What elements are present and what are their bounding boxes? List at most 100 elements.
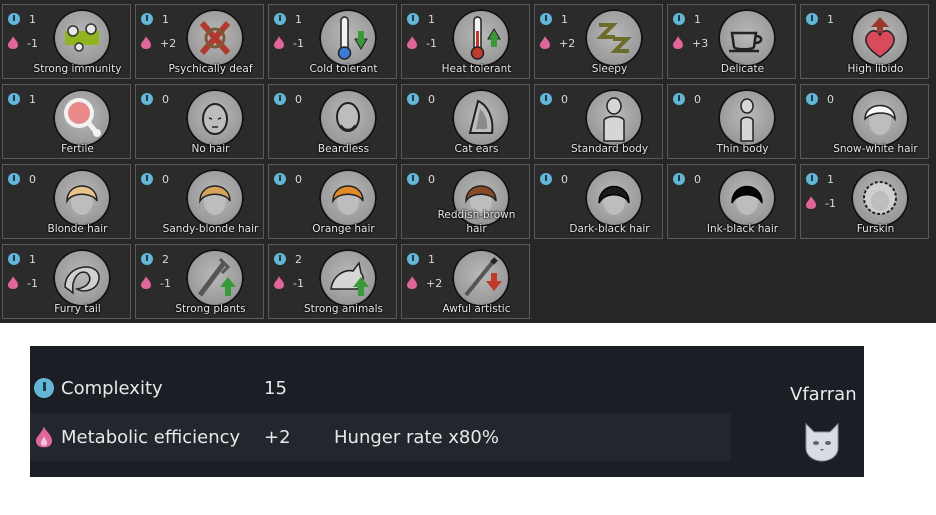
gene-card[interactable]: 0 No hair (135, 84, 264, 159)
ink-black-hair-icon (718, 169, 776, 227)
complexity-value: 1 (29, 92, 36, 106)
complexity-stat: 1 (806, 171, 834, 187)
metabolism-stat: -1 (141, 275, 171, 291)
gene-card[interactable]: 1 -1 Strong immunity (2, 4, 131, 79)
gene-card[interactable]: 1 -1 Furskin (800, 164, 929, 239)
metabolism-stat: -1 (8, 275, 38, 291)
complexity-icon (141, 253, 153, 265)
metabolism-icon (274, 34, 284, 53)
complexity-stat: 0 (407, 91, 435, 107)
gene-label: Sandy-blonde hair (162, 223, 259, 235)
metabolism-icon (274, 274, 284, 293)
complexity-icon (407, 253, 419, 265)
complexity-value: 0 (428, 172, 435, 186)
gene-label: Fertile (61, 143, 94, 155)
sleepy-icon (585, 9, 643, 67)
gene-card[interactable]: 1 +2 Sleepy (534, 4, 663, 79)
complexity-stat: 1 (806, 11, 834, 27)
gene-card[interactable]: 1 High libido (800, 4, 929, 79)
complexity-value: 0 (295, 172, 302, 186)
gene-label: Psychically deaf (168, 63, 253, 75)
complexity-stat: 1 (141, 11, 169, 27)
gene-card[interactable]: 1 Fertile (2, 84, 131, 159)
thin-body-icon (718, 89, 776, 147)
gene-card[interactable]: 0 Standard body (534, 84, 663, 159)
metabolism-stat: -1 (274, 275, 304, 291)
gene-label: Furskin (856, 223, 895, 235)
complexity-value: 0 (827, 92, 834, 106)
metabolism-icon (673, 34, 683, 53)
complexity-value: 1 (295, 12, 302, 26)
teacup-icon (718, 9, 776, 67)
gene-label: Beardless (317, 143, 370, 155)
gene-card[interactable]: 2 -1 Strong plants (135, 244, 264, 319)
complexity-value: 1 (827, 172, 834, 186)
metabolism-value: +2 (264, 426, 291, 448)
complexity-stat: 0 (673, 171, 701, 187)
dark-black-hair-icon (585, 169, 643, 227)
gene-card[interactable]: 1 +2 Awful artistic (401, 244, 530, 319)
complexity-value: 1 (162, 12, 169, 26)
gene-card[interactable]: 1 +2 Psychically deaf (135, 4, 264, 79)
gene-card[interactable]: 1 -1 Cold tolerant (268, 4, 397, 79)
complexity-icon (274, 173, 286, 185)
gene-label: Thin body (716, 143, 769, 155)
gene-card[interactable]: 0 Blonde hair (2, 164, 131, 239)
gene-label: Strong plants (175, 303, 246, 315)
metabolism-stat: -1 (274, 35, 304, 51)
metabolism-icon (141, 274, 151, 293)
complexity-icon (8, 253, 20, 265)
gene-card[interactable]: 0 Cat ears (401, 84, 530, 159)
gene-card[interactable]: 2 -1 Strong animals (268, 244, 397, 319)
fertile-icon (53, 89, 111, 147)
metabolism-stat: +2 (407, 275, 442, 291)
gene-card[interactable]: 1 -1 Furry tail (2, 244, 131, 319)
gene-card[interactable]: 0 Beardless (268, 84, 397, 159)
metabolism-icon (407, 34, 417, 53)
gene-card[interactable]: 0 Orange hair (268, 164, 397, 239)
complexity-value: 0 (428, 92, 435, 106)
animals-up-icon (319, 249, 377, 307)
gene-card[interactable]: 0 Ink-black hair (667, 164, 796, 239)
sandy-hair-icon (186, 169, 244, 227)
metabolism-icon (141, 34, 151, 53)
metabolism-stat: +2 (540, 35, 575, 51)
artistic-down-icon (452, 249, 510, 307)
heat-thermometer-icon (452, 9, 510, 67)
gene-card[interactable]: 1 -1 Heat tolerant (401, 4, 530, 79)
complexity-label: Complexity (61, 377, 163, 399)
metabolism-icon (8, 34, 18, 53)
complexity-row: Complexity 15 (30, 364, 731, 412)
gene-label: Cat ears (454, 143, 499, 155)
complexity-stat: 1 (407, 11, 435, 27)
gene-label: Dark-black hair (569, 223, 650, 235)
complexity-icon (806, 13, 818, 25)
metabolism-value: -1 (160, 276, 171, 290)
xenotype-summary: Complexity 15 Metabolic efficiency +2 Hu… (30, 346, 864, 477)
metabolism-icon (36, 426, 52, 448)
gene-card[interactable]: 0 Thin body (667, 84, 796, 159)
complexity-value: 2 (162, 252, 169, 266)
gene-label: Reddish-brown hair (437, 209, 516, 235)
gene-card[interactable]: 0 Snow-white hair (800, 84, 929, 159)
complexity-value: 0 (694, 92, 701, 106)
metabolism-value: -1 (426, 36, 437, 50)
metabolism-row: Metabolic efficiency +2 Hunger rate x80% (30, 413, 731, 461)
immunity-icon (53, 9, 111, 67)
gene-card[interactable]: 1 +3 Delicate (667, 4, 796, 79)
gene-card[interactable]: 0 Sandy-blonde hair (135, 164, 264, 239)
complexity-icon (540, 173, 552, 185)
gene-label: Awful artistic (442, 303, 511, 315)
gene-card[interactable]: 0 Reddish-brown hair (401, 164, 530, 239)
gene-label: Heat tolerant (441, 63, 512, 75)
complexity-stat: 1 (274, 11, 302, 27)
complexity-icon (141, 93, 153, 105)
complexity-icon (806, 173, 818, 185)
complexity-stat: 1 (407, 251, 435, 267)
cat-head-icon[interactable] (802, 418, 842, 462)
complexity-icon (540, 13, 552, 25)
complexity-icon (274, 253, 286, 265)
gene-card[interactable]: 0 Dark-black hair (534, 164, 663, 239)
complexity-stat: 2 (274, 251, 302, 267)
complexity-stat: 0 (806, 91, 834, 107)
